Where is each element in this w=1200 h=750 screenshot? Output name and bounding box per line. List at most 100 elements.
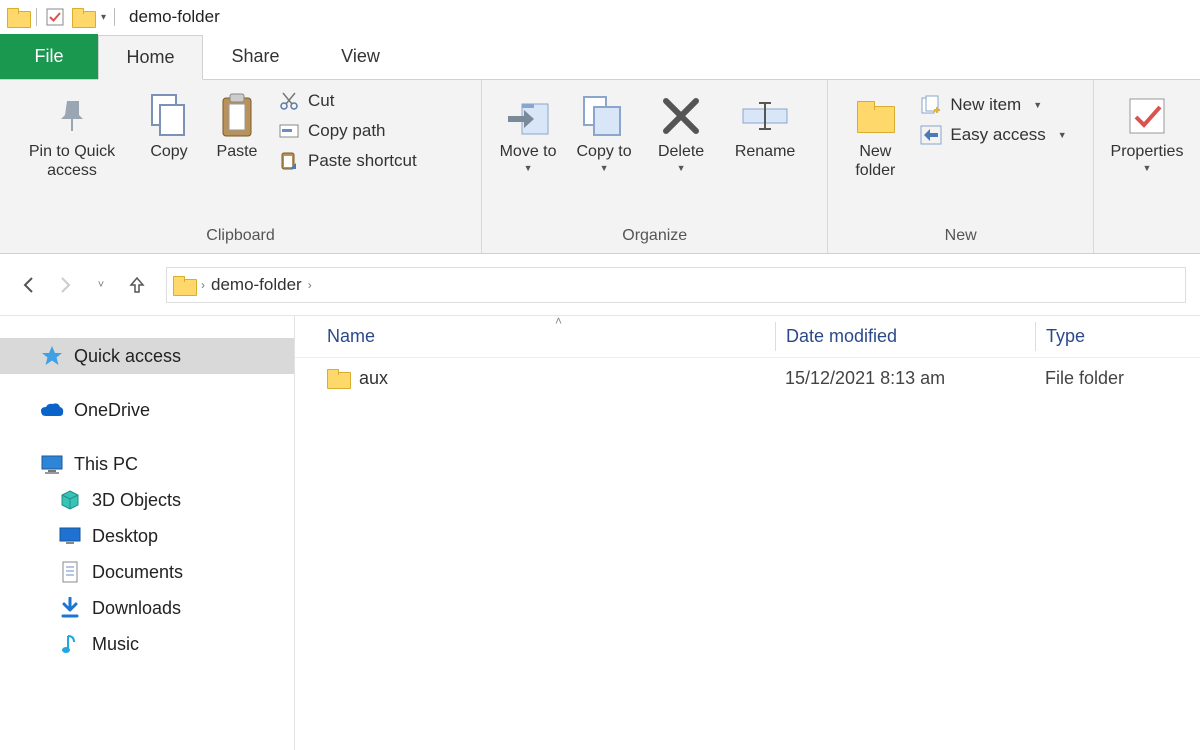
forward-button[interactable] — [50, 270, 80, 300]
easy-access-button[interactable]: Easy access ▼ — [920, 124, 1066, 146]
new-group-label: New — [828, 223, 1093, 253]
nav-onedrive[interactable]: OneDrive — [0, 392, 294, 428]
tab-home[interactable]: Home — [98, 35, 203, 80]
copy-path-button[interactable]: Copy path — [278, 120, 417, 142]
chevron-down-icon: ▼ — [1058, 130, 1067, 140]
address-bar-row: ˅ › demo-folder › — [0, 254, 1200, 316]
nav-label: Desktop — [92, 526, 158, 547]
nav-3d-objects[interactable]: 3D Objects — [0, 482, 294, 518]
copy-path-icon — [278, 120, 300, 142]
window-folder-icon — [69, 3, 97, 31]
recent-locations-button[interactable]: ˅ — [86, 270, 116, 300]
new-item-button[interactable]: New item ▼ — [920, 94, 1066, 116]
new-item-label: New item — [950, 95, 1021, 115]
move-to-label: Move to — [500, 142, 557, 161]
rename-label: Rename — [735, 142, 795, 161]
desktop-icon — [58, 524, 82, 548]
organize-group-label: Organize — [482, 223, 827, 253]
copy-to-label: Copy to — [576, 142, 631, 161]
ribbon-group-open: Properties ▼ — [1094, 80, 1200, 253]
window-title: demo-folder — [129, 7, 220, 27]
this-pc-icon — [40, 452, 64, 476]
tab-view[interactable]: View — [308, 34, 413, 79]
sort-indicator-icon: ˄ — [555, 314, 562, 328]
qat-dropdown-icon[interactable]: ▾ — [101, 12, 106, 23]
folder-icon — [327, 369, 349, 387]
column-header-type[interactable]: Type — [1035, 322, 1200, 351]
column-headers: ˄ Name Date modified Type — [295, 316, 1200, 358]
cut-button[interactable]: Cut — [278, 90, 417, 112]
properties-button[interactable]: Properties ▼ — [1102, 86, 1192, 178]
file-row[interactable]: aux 15/12/2021 8:13 am File folder — [295, 358, 1200, 398]
nav-label: Music — [92, 634, 139, 655]
column-header-date[interactable]: Date modified — [775, 322, 1035, 351]
nav-label: This PC — [74, 454, 138, 475]
properties-qat-icon[interactable] — [41, 3, 69, 31]
paste-label: Paste — [217, 142, 258, 161]
file-name: aux — [359, 368, 388, 389]
chevron-down-icon: ▼ — [1143, 163, 1152, 174]
cut-label: Cut — [308, 91, 334, 111]
chevron-down-icon: ▼ — [677, 163, 686, 174]
new-folder-button[interactable]: New folder — [836, 86, 914, 184]
easy-access-label: Easy access — [950, 125, 1045, 145]
ribbon-group-new: New folder New item ▼ Easy access ▼ — [828, 80, 1094, 253]
chevron-down-icon: ▼ — [600, 163, 609, 174]
copy-path-label: Copy path — [308, 121, 386, 141]
copy-to-button[interactable]: Copy to ▼ — [566, 86, 642, 178]
paste-shortcut-icon — [278, 150, 300, 172]
up-button[interactable] — [122, 270, 152, 300]
cube-icon — [58, 488, 82, 512]
copy-button[interactable]: Copy — [136, 86, 202, 165]
breadcrumb-current[interactable]: demo-folder — [211, 275, 302, 295]
main-area: Quick access OneDrive This PC 3D Objects — [0, 316, 1200, 750]
nav-documents[interactable]: Documents — [0, 554, 294, 590]
rename-icon — [741, 90, 789, 142]
nav-label: Quick access — [74, 346, 181, 367]
quick-access-icon — [40, 344, 64, 368]
easy-access-icon — [920, 124, 942, 146]
navigation-pane: Quick access OneDrive This PC 3D Objects — [0, 316, 295, 750]
address-bar[interactable]: › demo-folder › — [166, 267, 1186, 303]
tab-share[interactable]: Share — [203, 34, 308, 79]
nav-downloads[interactable]: Downloads — [0, 590, 294, 626]
nav-desktop[interactable]: Desktop — [0, 518, 294, 554]
copy-to-icon — [580, 90, 628, 142]
scissors-icon — [278, 90, 300, 112]
pin-to-quick-access-button[interactable]: Pin to Quick access — [8, 86, 136, 184]
delete-icon — [660, 90, 702, 142]
separator — [36, 8, 37, 26]
ribbon-group-clipboard: Pin to Quick access Copy Paste — [0, 80, 482, 253]
copy-label: Copy — [150, 142, 187, 161]
rename-button[interactable]: Rename — [720, 86, 810, 165]
properties-icon — [1126, 90, 1168, 142]
back-button[interactable] — [14, 270, 44, 300]
tab-file[interactable]: File — [0, 34, 98, 79]
new-item-icon — [920, 94, 942, 116]
documents-icon — [58, 560, 82, 584]
title-bar: ▾ demo-folder — [0, 0, 1200, 34]
column-header-name[interactable]: Name — [295, 326, 775, 347]
nav-label: 3D Objects — [92, 490, 181, 511]
nav-label: OneDrive — [74, 400, 150, 421]
nav-this-pc[interactable]: This PC — [0, 446, 294, 482]
properties-label: Properties — [1111, 142, 1184, 161]
nav-quick-access[interactable]: Quick access — [0, 338, 294, 374]
paste-shortcut-button[interactable]: Paste shortcut — [278, 150, 417, 172]
paste-shortcut-label: Paste shortcut — [308, 151, 417, 171]
file-date: 15/12/2021 8:13 am — [775, 368, 1035, 389]
paste-button[interactable]: Paste — [202, 86, 272, 165]
delete-label: Delete — [658, 142, 704, 161]
pin-label: Pin to Quick access — [12, 142, 132, 180]
ribbon-tabs: File Home Share View — [0, 34, 1200, 80]
ribbon: Pin to Quick access Copy Paste — [0, 80, 1200, 254]
copy-icon — [148, 90, 190, 142]
clipboard-group-label: Clipboard — [0, 223, 481, 253]
move-to-button[interactable]: Move to ▼ — [490, 86, 566, 178]
nav-music[interactable]: Music — [0, 626, 294, 662]
nav-label: Documents — [92, 562, 183, 583]
file-type: File folder — [1035, 368, 1200, 389]
move-to-icon — [504, 90, 552, 142]
delete-button[interactable]: Delete ▼ — [642, 86, 720, 178]
new-folder-label: New folder — [840, 142, 910, 180]
